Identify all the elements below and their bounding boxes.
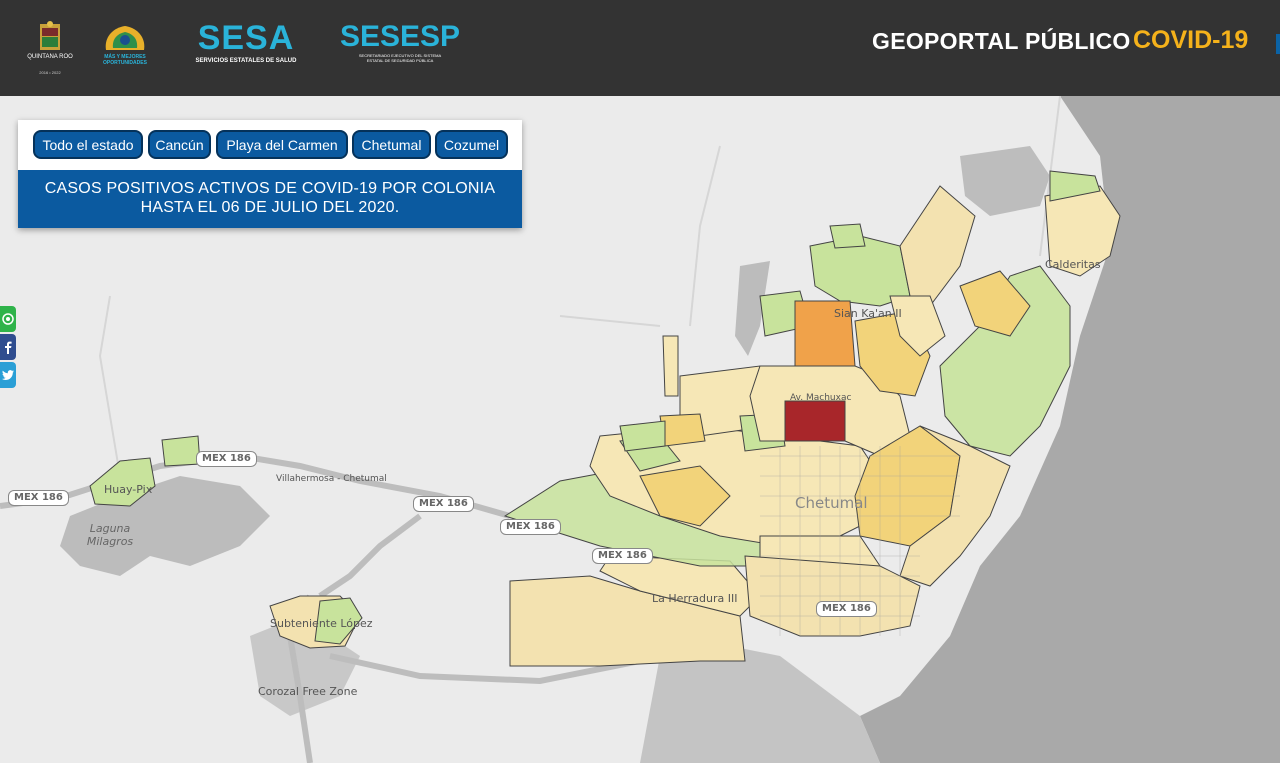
quintana-roo-label: QUINTANA ROO xyxy=(27,54,73,60)
header-edge-marker xyxy=(1276,34,1280,54)
facebook-icon[interactable] xyxy=(0,334,16,360)
colonia-nw-green-1 xyxy=(619,420,666,452)
map-label-chetumal: Chetumal xyxy=(795,494,868,512)
map-label-la-herradura: La Herradura III xyxy=(652,592,738,605)
whatsapp-icon[interactable] xyxy=(0,306,16,332)
header-bar: QUINTANA ROO 2016 • 2022 MÁS Y MEJORES O… xyxy=(0,0,1280,96)
mas-oportunidades-label: MÁS Y MEJORES OPORTUNIDADES xyxy=(103,54,147,66)
button-cozumel[interactable]: Cozumel xyxy=(435,130,508,159)
map-title-line-1: CASOS POSITIVOS ACTIVOS DE COVID-19 POR … xyxy=(44,180,496,197)
map-label-sian-kaan: Sian Ka'an II xyxy=(834,307,902,320)
map-label-corozal-free-zone: Corozal Free Zone xyxy=(258,685,358,698)
button-playa-del-carmen[interactable]: Playa del Carmen xyxy=(216,130,348,159)
colonia-thin-strip xyxy=(662,335,679,397)
map-title-banner: CASOS POSITIVOS ACTIVOS DE COVID-19 POR … xyxy=(18,170,522,228)
quintana-roo-years: 2016 • 2022 xyxy=(39,70,61,75)
city-selector-panel: Todo el estado Cancún Playa del Carmen C… xyxy=(18,120,522,228)
twitter-icon[interactable] xyxy=(0,362,16,388)
map-label-villahermosa-chetumal: Villahermosa - Chetumal xyxy=(276,474,387,484)
map-label-av-machuxac: Av. Machuxac xyxy=(790,393,852,403)
map-title-line-2: HASTA EL 06 DE JULIO DEL 2020. xyxy=(140,199,400,216)
map-label-calderitas: Calderitas xyxy=(1045,258,1101,271)
covid-label: COVID-19 xyxy=(1133,26,1249,54)
road-shield-mex186-4: MEX 186 xyxy=(500,519,561,535)
sesa-logo-subtitle: SERVICIOS ESTATALES DE SALUD xyxy=(195,58,297,64)
portal-title: GEOPORTAL PÚBLICO xyxy=(872,28,1131,54)
road-shield-mex186-3: MEX 186 xyxy=(413,496,474,512)
sesa-logo-title: SESA xyxy=(197,19,295,57)
sesesp-logo-title: SESESP xyxy=(339,20,461,53)
colonia-nw-2 xyxy=(659,413,706,447)
colonia-red xyxy=(784,400,846,442)
map-label-huay-pix: Huay-Pix xyxy=(104,483,153,496)
button-cancun[interactable]: Cancún xyxy=(148,130,211,159)
map-label-laguna-milagros: Laguna Milagros xyxy=(86,522,134,548)
road-shield-mex186-6: MEX 186 xyxy=(816,601,877,617)
button-todo-el-estado[interactable]: Todo el estado xyxy=(33,130,143,159)
sesesp-logo-subtitle: SECRETARIADO EJECUTIVO DEL SISTEMA ESTAT… xyxy=(358,53,442,63)
colonia-n-green-3 xyxy=(829,223,866,249)
road-shield-mex186-2: MEX 186 xyxy=(8,490,69,506)
road-shield-mex186-5: MEX 186 xyxy=(592,548,653,564)
road-shield-mex186-1: MEX 186 xyxy=(196,451,257,467)
map-label-subteniente-lopez: Subteniente López xyxy=(270,617,373,630)
colonia-huay-pix-2 xyxy=(161,435,201,467)
button-chetumal[interactable]: Chetumal xyxy=(352,130,431,159)
